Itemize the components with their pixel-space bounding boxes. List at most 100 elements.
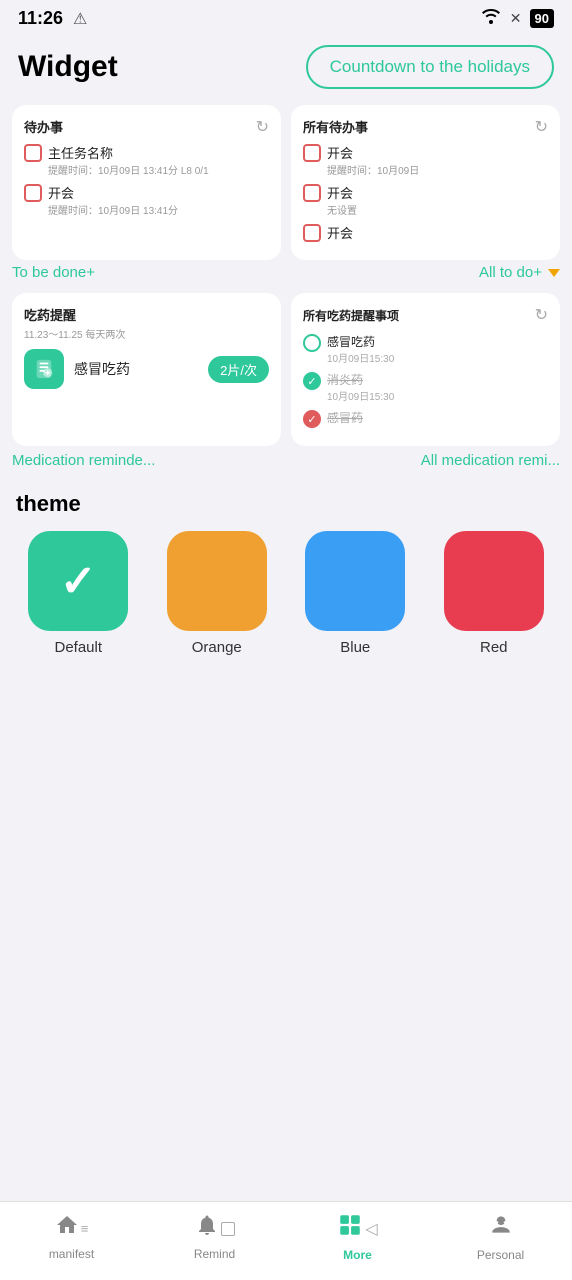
theme-swatch-red bbox=[444, 531, 544, 631]
all-med-item-2: ✓ 消炎药 10月09日15:30 bbox=[303, 371, 548, 403]
theme-selected-check: ✓ bbox=[60, 556, 97, 607]
todo-card: 待办事 ↻ 主任务名称 提醒时间：10月09日 13:41分 L8 0/1 开会… bbox=[12, 105, 281, 260]
nav-label-remind: Remind bbox=[194, 1247, 235, 1261]
sim-icon: ✕ bbox=[510, 10, 522, 27]
nav-item-remind[interactable]: Remind bbox=[143, 1213, 286, 1261]
todo-item-1: 主任务名称 提醒时间：10月09日 13:41分 L8 0/1 bbox=[24, 143, 269, 177]
todo-card-title: 待办事 bbox=[24, 117, 63, 136]
all-med-name-3: 感冒药 bbox=[327, 409, 363, 426]
med-item-row: 感冒吃药 2片/次 bbox=[24, 349, 269, 389]
all-todo-name-3: 开会 bbox=[327, 223, 353, 242]
nav-item-personal[interactable]: Personal bbox=[429, 1212, 572, 1262]
med-item-name: 感冒吃药 bbox=[74, 359, 198, 379]
all-todo-name-1: 开会 bbox=[327, 143, 419, 162]
personal-icon bbox=[488, 1212, 514, 1245]
all-med-refresh-icon[interactable]: ↻ bbox=[535, 305, 548, 325]
all-med-item-1: 感冒吃药 10月09日15:30 bbox=[303, 333, 548, 365]
to-be-done-link[interactable]: To be done+ bbox=[12, 264, 95, 281]
all-todo-checkbox-1[interactable] bbox=[303, 144, 321, 162]
med-circle-2[interactable]: ✓ bbox=[303, 372, 321, 390]
card-links-row-1: To be done+ All to do+ bbox=[0, 264, 572, 281]
theme-label-blue: Blue bbox=[340, 639, 370, 656]
med-cards-row: 吃药提醒 11.23～11.25 每天两次 感冒吃药 2片/次 所有吃药提醒事项 bbox=[0, 293, 572, 446]
page-header: Widget Countdown to the holidays bbox=[0, 33, 572, 105]
more-extra-icon: ◁ bbox=[365, 1219, 377, 1239]
nav-label-manifest: manifest bbox=[49, 1247, 94, 1261]
theme-item-blue[interactable]: Blue bbox=[293, 531, 418, 656]
all-med-item-3: ✓ 感冒药 bbox=[303, 409, 548, 428]
nav-label-more: More bbox=[343, 1248, 372, 1262]
med-card-title: 吃药提醒 bbox=[24, 305, 269, 324]
med-icon bbox=[24, 349, 64, 389]
all-todo-item-2: 开会 无设置 bbox=[303, 183, 548, 217]
med-schedule: 11.23～11.25 每天两次 bbox=[24, 326, 269, 341]
todo-link-cell: To be done+ bbox=[12, 264, 281, 281]
med-link-cell: Medication reminde... bbox=[12, 452, 281, 469]
todo-name-2: 开会 bbox=[48, 183, 178, 202]
all-todo-checkbox-2[interactable] bbox=[303, 184, 321, 202]
battery-indicator: 90 bbox=[530, 9, 554, 28]
bottom-nav: ≡ manifest Remind ◁ bbox=[0, 1201, 572, 1280]
theme-grid: ✓ Default Orange Blue Red bbox=[16, 531, 556, 656]
all-todo-note-2: 无设置 bbox=[327, 202, 357, 217]
theme-label-default: Default bbox=[54, 639, 102, 656]
page-title: Widget bbox=[18, 50, 118, 84]
all-med-date-2: 10月09日15:30 bbox=[327, 388, 394, 403]
all-med-reminder-link[interactable]: All medication remi... bbox=[421, 452, 560, 469]
all-todo-name-2: 开会 bbox=[327, 183, 357, 202]
nav-item-manifest[interactable]: ≡ manifest bbox=[0, 1213, 143, 1261]
todo-reminder-1: 提醒时间：10月09日 13:41分 L8 0/1 bbox=[48, 162, 209, 177]
theme-label-orange: Orange bbox=[192, 639, 242, 656]
card-links-row-2: Medication reminde... All medication rem… bbox=[0, 452, 572, 469]
nav-item-more[interactable]: ◁ More bbox=[286, 1212, 429, 1262]
all-todo-card: 所有待办事 ↻ 开会 提醒时间：10月09日 开会 无设置 bbox=[291, 105, 560, 260]
med-dose: 2片/次 bbox=[208, 356, 269, 383]
status-time: 11:26 bbox=[18, 8, 63, 29]
med-card: 吃药提醒 11.23～11.25 每天两次 感冒吃药 2片/次 bbox=[12, 293, 281, 446]
all-todo-item-3: 开会 bbox=[303, 223, 548, 242]
all-todo-item-1: 开会 提醒时间：10月09日 bbox=[303, 143, 548, 177]
todo-checkbox-2[interactable] bbox=[24, 184, 42, 202]
chevron-down-icon bbox=[548, 269, 560, 277]
med-circle-1[interactable] bbox=[303, 334, 321, 352]
all-todo-link[interactable]: All to do+ bbox=[479, 264, 560, 281]
all-med-title: 所有吃药提醒事项 bbox=[303, 307, 399, 324]
theme-item-red[interactable]: Red bbox=[432, 531, 557, 656]
med-reminder-link[interactable]: Medication reminde... bbox=[12, 452, 155, 469]
manifest-extra-icon: ≡ bbox=[81, 1221, 89, 1236]
status-bar: 11:26 ⚠ ✕ 90 bbox=[0, 0, 572, 33]
all-todo-refresh-icon[interactable]: ↻ bbox=[535, 117, 548, 137]
manifest-icon bbox=[55, 1213, 79, 1244]
remind-extra-icon bbox=[221, 1222, 235, 1236]
theme-item-default[interactable]: ✓ Default bbox=[16, 531, 141, 656]
all-med-name-2: 消炎药 bbox=[327, 371, 394, 388]
all-todo-checkbox-3[interactable] bbox=[303, 224, 321, 242]
all-todo-reminder-1: 提醒时间：10月09日 bbox=[327, 162, 419, 177]
theme-swatch-default: ✓ bbox=[28, 531, 128, 631]
med-circle-3[interactable]: ✓ bbox=[303, 410, 321, 428]
theme-section-title: theme bbox=[16, 491, 556, 517]
theme-swatch-orange bbox=[167, 531, 267, 631]
all-med-card: 所有吃药提醒事项 ↻ 感冒吃药 10月09日15:30 ✓ 消炎药 10月09日… bbox=[291, 293, 560, 446]
nav-label-personal: Personal bbox=[477, 1248, 524, 1262]
all-med-date-1: 10月09日15:30 bbox=[327, 350, 394, 365]
all-todo-card-title: 所有待办事 bbox=[303, 117, 368, 136]
alert-icon: ⚠ bbox=[73, 9, 87, 29]
theme-item-orange[interactable]: Orange bbox=[155, 531, 280, 656]
remind-icon bbox=[195, 1213, 219, 1244]
all-med-link-cell: All medication remi... bbox=[291, 452, 560, 469]
all-todo-link-cell: All to do+ bbox=[291, 264, 560, 281]
todo-cards-row: 待办事 ↻ 主任务名称 提醒时间：10月09日 13:41分 L8 0/1 开会… bbox=[0, 105, 572, 260]
countdown-button[interactable]: Countdown to the holidays bbox=[306, 45, 554, 89]
wifi-icon bbox=[480, 8, 502, 29]
todo-reminder-2: 提醒时间：10月09日 13:41分 bbox=[48, 202, 178, 217]
theme-swatch-blue bbox=[305, 531, 405, 631]
more-icon bbox=[337, 1212, 363, 1245]
all-med-name-1: 感冒吃药 bbox=[327, 333, 394, 350]
todo-refresh-icon[interactable]: ↻ bbox=[256, 117, 269, 137]
theme-label-red: Red bbox=[480, 639, 508, 656]
theme-section: theme ✓ Default Orange Blue Red bbox=[0, 481, 572, 672]
todo-checkbox-1[interactable] bbox=[24, 144, 42, 162]
todo-name-1: 主任务名称 bbox=[48, 143, 209, 162]
todo-item-2: 开会 提醒时间：10月09日 13:41分 bbox=[24, 183, 269, 217]
